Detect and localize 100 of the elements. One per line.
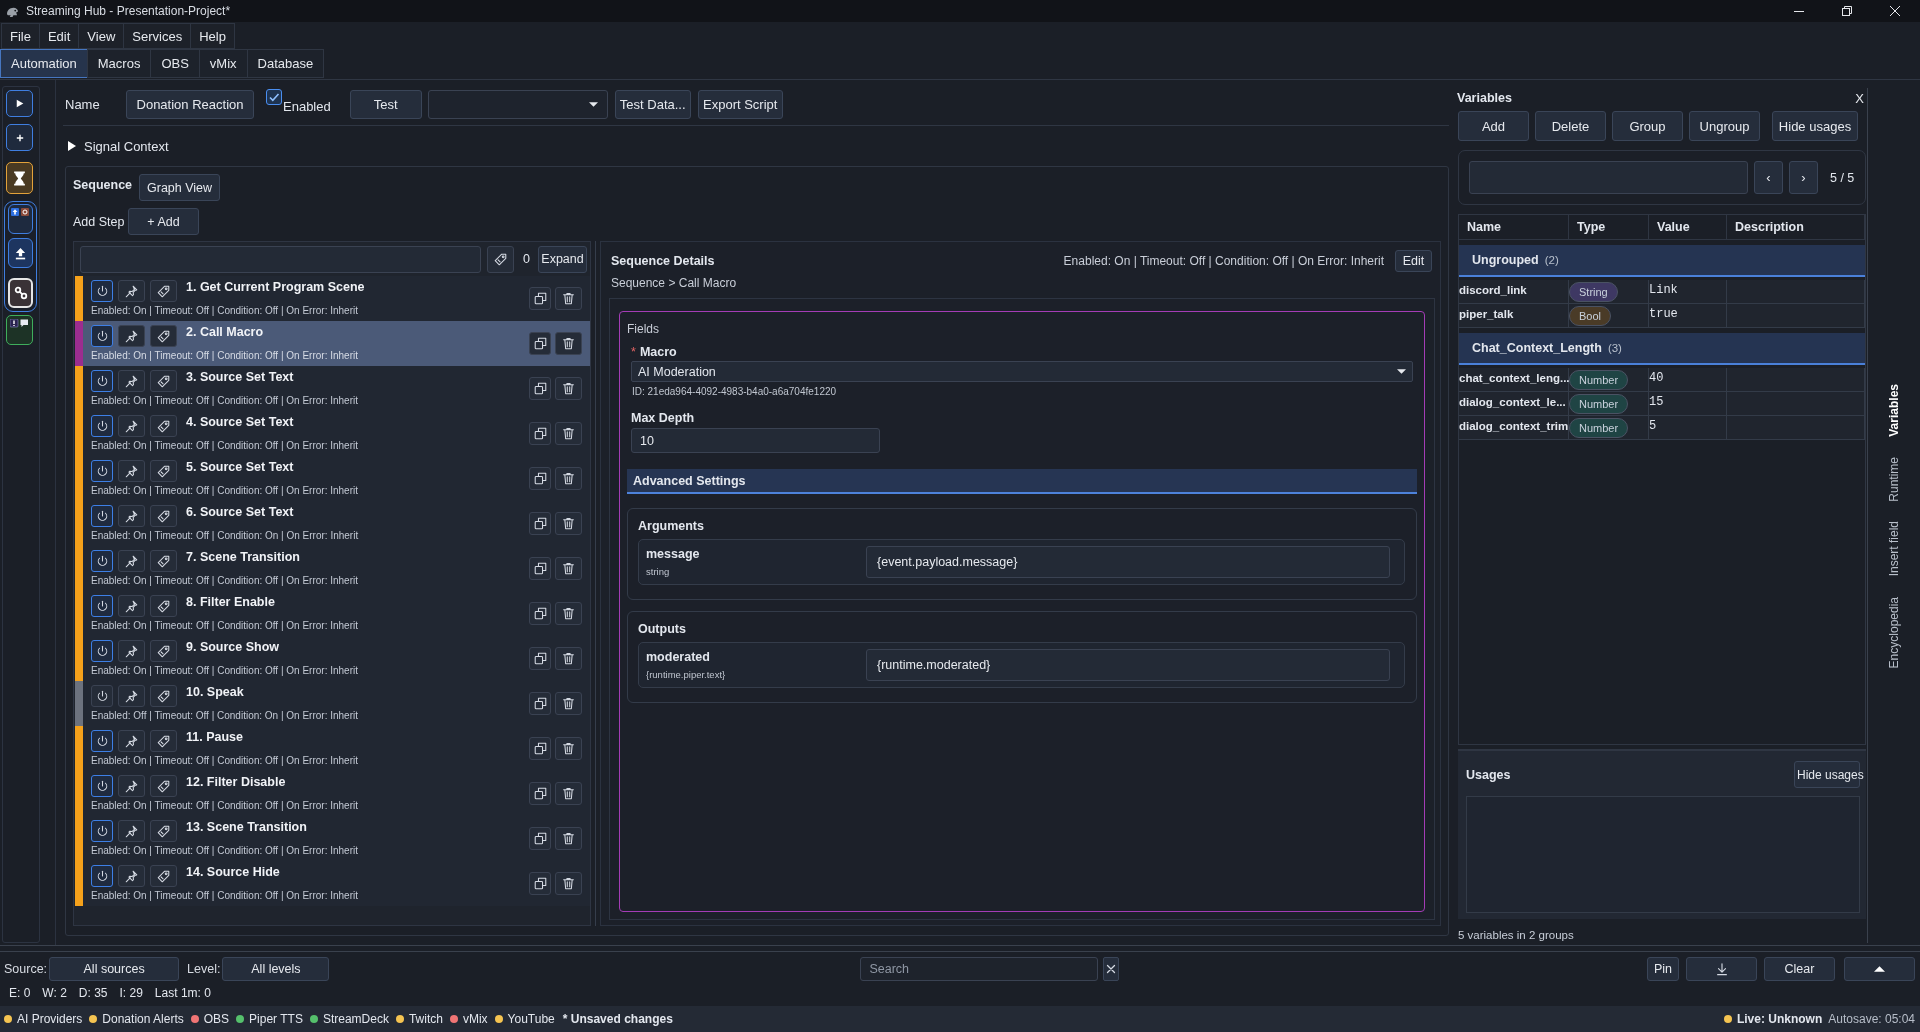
- step-row[interactable]: 3. Source Set Text Enabled: On | Timeout: Off | Condition: Off | On Error: Inherit: [75, 366, 590, 411]
- power-button[interactable]: [91, 460, 113, 482]
- group-header[interactable]: Chat_Context_Length (3): [1459, 333, 1865, 365]
- variable-row[interactable]: dialog_context_trim Number 5: [1459, 416, 1865, 440]
- delete-button[interactable]: [555, 557, 582, 580]
- toolbar-button[interactable]: Group: [1612, 111, 1683, 141]
- previous-button[interactable]: ‹: [1754, 161, 1783, 194]
- export-script-button[interactable]: Export Script: [697, 89, 783, 119]
- search-field[interactable]: [1469, 161, 1748, 194]
- variable-row[interactable]: chat_context_leng... Number 40: [1459, 368, 1865, 392]
- wait-tool-button[interactable]: [6, 162, 33, 194]
- pin-button[interactable]: [118, 865, 145, 887]
- side-tab[interactable]: Insert field: [1887, 519, 1901, 579]
- level-dropdown[interactable]: All levels: [222, 957, 330, 981]
- section-toggle[interactable]: Signal Context: [84, 138, 169, 154]
- step-row[interactable]: 13. Scene Transition Enabled: On | Timeout: Off | Condition: Off | On Error: Inherit: [75, 816, 590, 861]
- mapping-field[interactable]: {runtime.moderated}: [866, 649, 1390, 681]
- tag-button[interactable]: [150, 280, 177, 302]
- column-header[interactable]: Value: [1649, 215, 1727, 239]
- power-button[interactable]: [91, 820, 113, 842]
- power-button[interactable]: [91, 685, 113, 707]
- variable-row[interactable]: dialog_context_le... Number 15: [1459, 392, 1865, 416]
- menu-item[interactable]: Edit: [38, 23, 80, 49]
- delete-button[interactable]: [555, 602, 582, 625]
- toolbar-button[interactable]: Hide usages: [1772, 111, 1858, 141]
- menu-item[interactable]: File: [1, 23, 40, 49]
- name-field[interactable]: Donation Reaction: [126, 89, 254, 119]
- step-row[interactable]: 5. Source Set Text Enabled: On | Timeout: Off | Condition: Off | On Error: Inherit: [75, 456, 590, 501]
- side-tab[interactable]: Variables: [1887, 382, 1901, 439]
- pin-button[interactable]: [118, 685, 145, 707]
- filter-field[interactable]: [80, 245, 482, 273]
- pin-button[interactable]: [118, 820, 145, 842]
- duplicate-button[interactable]: [529, 872, 551, 895]
- add-tool-button[interactable]: [6, 124, 33, 151]
- tag-button[interactable]: [150, 325, 177, 347]
- duplicate-button[interactable]: [529, 422, 551, 445]
- clear-log-button[interactable]: Clear: [1764, 957, 1835, 981]
- next-button[interactable]: ›: [1789, 161, 1818, 194]
- step-row[interactable]: 12. Filter Disable Enabled: On | Timeout: Off | Condition: Off | On Error: Inherit: [75, 771, 590, 816]
- power-button[interactable]: [91, 280, 113, 302]
- pin-button[interactable]: [118, 595, 145, 617]
- expander-icon[interactable]: [68, 141, 76, 151]
- step-row[interactable]: 9. Source Show Enabled: On | Timeout: Off | Condition: Off | On Error: Inherit: [75, 636, 590, 681]
- search-field[interactable]: Search: [860, 957, 1099, 981]
- test-button[interactable]: Test: [349, 89, 422, 119]
- step-row[interactable]: 6. Source Set Text Enabled: On | Timeout: Off | Condition: On | On Error: Inherit: [75, 501, 590, 546]
- tag-button[interactable]: [150, 595, 177, 617]
- duplicate-button[interactable]: [529, 332, 551, 355]
- pin-button[interactable]: [118, 415, 145, 437]
- duplicate-button[interactable]: [529, 602, 551, 625]
- side-tab[interactable]: Runtime: [1887, 454, 1901, 504]
- power-button[interactable]: [91, 370, 113, 392]
- pin-button[interactable]: [118, 505, 145, 527]
- pin-log-button[interactable]: Pin: [1647, 957, 1679, 981]
- step-row[interactable]: 14. Source Hide Enabled: On | Timeout: Off | Condition: Off | On Error: Inherit: [75, 861, 590, 906]
- duplicate-button[interactable]: [529, 512, 551, 535]
- tab[interactable]: Macros: [86, 49, 152, 78]
- delete-button[interactable]: [555, 287, 582, 310]
- duplicate-button[interactable]: [529, 377, 551, 400]
- upload-tool-button[interactable]: [8, 238, 33, 268]
- mapping-field[interactable]: {event.payload.message}: [866, 546, 1390, 578]
- tag-button[interactable]: [150, 370, 177, 392]
- close-button[interactable]: X: [1855, 90, 1864, 106]
- expand-button[interactable]: Expand: [538, 245, 587, 273]
- status-tool-button[interactable]: [6, 315, 33, 345]
- edit-button[interactable]: Edit: [1395, 250, 1432, 272]
- section-header[interactable]: Advanced Settings: [627, 469, 1417, 494]
- tab[interactable]: Database: [246, 49, 325, 78]
- duplicate-button[interactable]: [529, 827, 551, 850]
- power-button[interactable]: [91, 595, 113, 617]
- duplicate-button[interactable]: [529, 467, 551, 490]
- power-button[interactable]: [91, 550, 113, 572]
- pin-button[interactable]: [118, 730, 145, 752]
- enabled-checkbox[interactable]: [266, 89, 282, 105]
- power-button[interactable]: [91, 325, 113, 347]
- add-step-button[interactable]: + Add: [128, 208, 199, 235]
- toolbar-button[interactable]: Delete: [1535, 111, 1606, 141]
- step-row[interactable]: 1. Get Current Program Scene Enabled: On | Timeout: Off | Condition: Off | On Error: Inherit: [75, 276, 590, 321]
- pin-button[interactable]: [118, 280, 145, 302]
- tag-button[interactable]: [150, 730, 177, 752]
- toolbar-button[interactable]: Ungroup: [1689, 111, 1760, 141]
- toolbar-button[interactable]: Add: [1458, 111, 1529, 141]
- menu-item[interactable]: Services: [123, 23, 192, 49]
- pin-button[interactable]: [118, 640, 145, 662]
- step-row[interactable]: 10. Speak Enabled: Off | Timeout: Off | Condition: On | On Error: Inherit: [75, 681, 590, 726]
- delete-button[interactable]: [555, 827, 582, 850]
- duplicate-button[interactable]: [529, 647, 551, 670]
- delete-button[interactable]: [555, 332, 582, 355]
- column-header[interactable]: Description: [1727, 215, 1865, 239]
- duplicate-button[interactable]: [529, 287, 551, 310]
- tag-button[interactable]: [150, 550, 177, 572]
- tag-button[interactable]: [150, 865, 177, 887]
- step-row[interactable]: 4. Source Set Text Enabled: On | Timeout: Off | Condition: Off | On Error: Inherit: [75, 411, 590, 456]
- clear-search-button[interactable]: [1103, 957, 1120, 981]
- nodes-tool-button[interactable]: [8, 278, 33, 308]
- tag-button[interactable]: [150, 460, 177, 482]
- duplicate-button[interactable]: [529, 557, 551, 580]
- tag-button[interactable]: [150, 685, 177, 707]
- step-row[interactable]: 7. Scene Transition Enabled: On | Timeout: Off | Condition: Off | On Error: Inherit: [75, 546, 590, 591]
- pin-button[interactable]: [118, 775, 145, 797]
